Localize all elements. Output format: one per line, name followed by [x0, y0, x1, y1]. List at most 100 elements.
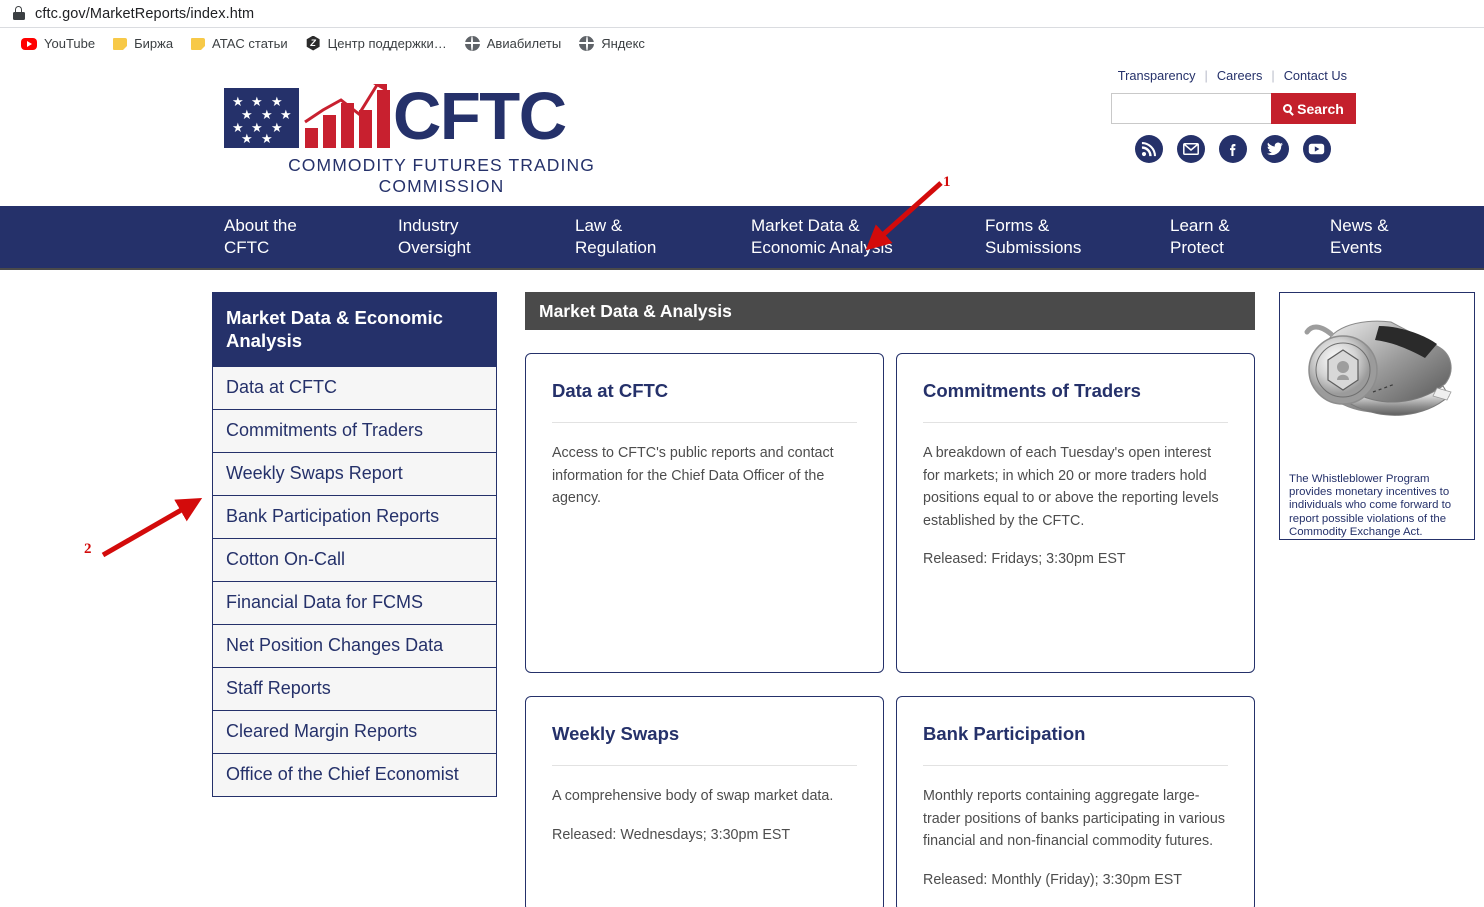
sidebar-item-label: Financial Data for FCMS: [226, 592, 424, 612]
nav-item-news-events[interactable]: News & Events: [1330, 215, 1470, 259]
globe-icon: [464, 35, 480, 51]
sidebar-item-label: Office of the Chief Economist: [226, 764, 459, 784]
email-icon[interactable]: [1176, 135, 1205, 163]
card-title: Data at CFTC: [552, 380, 669, 401]
browser-chrome: cftc.gov/MarketReports/index.htm YouTube…: [0, 0, 1484, 58]
magnifier-icon: [1283, 104, 1293, 113]
card-title: Bank Participation: [923, 723, 1086, 744]
card-body: A comprehensive body of swap market data…: [552, 788, 834, 804]
bookmark-label: YouTube: [44, 35, 96, 51]
sidebar-item-label: Bank Participation Reports: [226, 506, 440, 526]
nav-label-line1: Learn &: [1170, 216, 1230, 235]
card-row-1: Data at CFTC Access to CFTC's public rep…: [525, 353, 1255, 673]
sidebar-item-cotton-on-call[interactable]: Cotton On-Call: [212, 539, 497, 582]
bookmark-label: Центр поддержки…: [327, 35, 447, 51]
bookmark-aviabilety[interactable]: Авиабилеты: [456, 31, 570, 55]
link-contact-us[interactable]: Contact Us: [1275, 68, 1356, 83]
sidebar-item-financial-data-for-fcms[interactable]: Financial Data for FCMS: [212, 582, 497, 625]
search-form: Search: [1111, 93, 1356, 124]
nav-label-line2: Protect: [1170, 238, 1224, 257]
divider: [923, 422, 1228, 423]
card-body: A breakdown of each Tuesday's open inter…: [923, 445, 1219, 529]
nav-item-about-the-cftc[interactable]: About the CFTC: [224, 215, 398, 259]
divider: [552, 422, 857, 423]
sidebar-item-cleared-margin-reports[interactable]: Cleared Margin Reports: [212, 711, 497, 754]
card-title: Commitments of Traders: [923, 380, 1141, 401]
page-title: Market Data & Analysis: [525, 292, 1255, 330]
browser-address-bar[interactable]: cftc.gov/MarketReports/index.htm: [0, 0, 1484, 28]
sidebar-item-label: Weekly Swaps Report: [226, 463, 403, 483]
nav-item-industry-oversight[interactable]: Industry Oversight: [398, 215, 575, 259]
link-transparency[interactable]: Transparency: [1109, 68, 1205, 83]
sidebar-title: Market Data & Economic Analysis: [212, 292, 497, 367]
bookmark-centr-podderzhki[interactable]: Центр поддержки…: [297, 31, 456, 55]
logo-tagline: COMMODITY FUTURES TRADING COMMISSION: [288, 155, 595, 196]
globe-icon: [579, 35, 595, 51]
sidebar-menu: Market Data & Economic Analysis Data at …: [212, 292, 497, 907]
search-input[interactable]: [1111, 93, 1271, 124]
sidebar-item-label: Cotton On-Call: [226, 549, 346, 569]
url-text: cftc.gov/MarketReports/index.htm: [35, 5, 255, 22]
utility-links: Transparency | Careers | Contact Us: [1111, 66, 1356, 84]
logo-wordmark: CFTC: [393, 79, 567, 154]
bar-chart-icon: [303, 82, 391, 148]
sidebar-item-label: Net Position Changes Data: [226, 635, 444, 655]
nav-label-line1: Market Data &: [751, 216, 860, 235]
card-commitments-of-traders[interactable]: Commitments of Traders A breakdown of ea…: [896, 353, 1255, 673]
bookmark-bar: YouTube Биржа ATAC статьи Центр поддержк…: [0, 28, 1484, 58]
nav-label-line2: Regulation: [575, 238, 657, 257]
nav-label-line1: Forms &: [985, 216, 1050, 235]
youtube-icon[interactable]: [1302, 135, 1331, 163]
card-bank-participation[interactable]: Bank Participation Monthly reports conta…: [896, 696, 1255, 907]
bookmark-label: ATAC статьи: [212, 35, 288, 51]
rss-icon[interactable]: [1134, 135, 1163, 163]
cftc-logo[interactable]: ★ ★ ★ ★ ★ ★ ★ ★ ★ ★ ★ CFTC COMMODITY FUT…: [224, 68, 659, 197]
sidebar-item-label: Staff Reports: [226, 678, 331, 698]
folder-icon: [113, 38, 128, 50]
utility-block: Transparency | Careers | Contact Us Sear…: [1111, 66, 1356, 163]
facebook-icon[interactable]: [1218, 135, 1247, 163]
nav-item-learn-protect[interactable]: Learn & Protect: [1170, 215, 1330, 259]
nav-item-market-data-economic-analysis[interactable]: Market Data & Economic Analysis: [751, 215, 985, 259]
nav-label-line1: Law &: [575, 216, 623, 235]
nav-label-line1: About the: [224, 216, 297, 235]
bookmark-atac-stati[interactable]: ATAC статьи: [182, 31, 297, 55]
sidebar-item-staff-reports[interactable]: Staff Reports: [212, 668, 497, 711]
bookmark-birzha[interactable]: Биржа: [104, 31, 182, 55]
flag-star-field-icon: ★ ★ ★ ★ ★ ★ ★ ★ ★ ★ ★: [224, 88, 299, 148]
search-button[interactable]: Search: [1271, 93, 1356, 124]
bookmark-yandex[interactable]: Яндекс: [570, 31, 654, 55]
lock-icon: [12, 6, 25, 21]
hexagon-icon: [306, 35, 320, 51]
sidebar-item-weekly-swaps-report[interactable]: Weekly Swaps Report: [212, 453, 497, 496]
whistleblower-widget[interactable]: The Whistleblower Program provides monet…: [1279, 292, 1475, 540]
nav-label-line2: Oversight: [398, 238, 471, 257]
nav-item-law-regulation[interactable]: Law & Regulation: [575, 215, 751, 259]
card-released: Released: Monthly (Friday); 3:30pm EST: [923, 871, 1183, 888]
sidebar-item-net-position-changes-data[interactable]: Net Position Changes Data: [212, 625, 497, 668]
bookmark-label: Яндекс: [601, 35, 645, 51]
sidebar-item-commitments-of-traders[interactable]: Commitments of Traders: [212, 410, 497, 453]
card-row-2: Weekly Swaps A comprehensive body of swa…: [525, 696, 1255, 907]
main-column: Market Data & Analysis Data at CFTC Acce…: [525, 292, 1255, 907]
nav-item-forms-submissions[interactable]: Forms & Submissions: [985, 215, 1170, 259]
card-data-at-cftc[interactable]: Data at CFTC Access to CFTC's public rep…: [525, 353, 884, 673]
nav-label-line2: Submissions: [985, 238, 1082, 257]
whistleblower-caption: The Whistleblower Program provides monet…: [1289, 473, 1452, 538]
content-area: Market Data & Economic Analysis Data at …: [0, 270, 1484, 907]
nav-label-line1: News &: [1330, 216, 1389, 235]
sidebar-item-bank-participation-reports[interactable]: Bank Participation Reports: [212, 496, 497, 539]
nav-label-line2: Events: [1330, 238, 1382, 257]
card-body: Access to CFTC's public reports and cont…: [552, 445, 834, 506]
nav-label-line2: CFTC: [224, 238, 270, 257]
sidebar-item-data-at-cftc[interactable]: Data at CFTC: [212, 367, 497, 410]
site-header: ★ ★ ★ ★ ★ ★ ★ ★ ★ ★ ★ CFTC COMMODITY FUT…: [0, 58, 1484, 206]
page-content: ★ ★ ★ ★ ★ ★ ★ ★ ★ ★ ★ CFTC COMMODITY FUT…: [0, 58, 1484, 907]
twitter-icon[interactable]: [1260, 135, 1289, 163]
sidebar-item-office-of-the-chief-economist[interactable]: Office of the Chief Economist: [212, 754, 497, 797]
bookmark-youtube[interactable]: YouTube: [12, 31, 104, 55]
nav-label-line2: Economic Analysis: [751, 238, 893, 257]
search-button-label: Search: [1297, 100, 1344, 117]
card-weekly-swaps[interactable]: Weekly Swaps A comprehensive body of swa…: [525, 696, 884, 907]
link-careers[interactable]: Careers: [1208, 68, 1272, 83]
